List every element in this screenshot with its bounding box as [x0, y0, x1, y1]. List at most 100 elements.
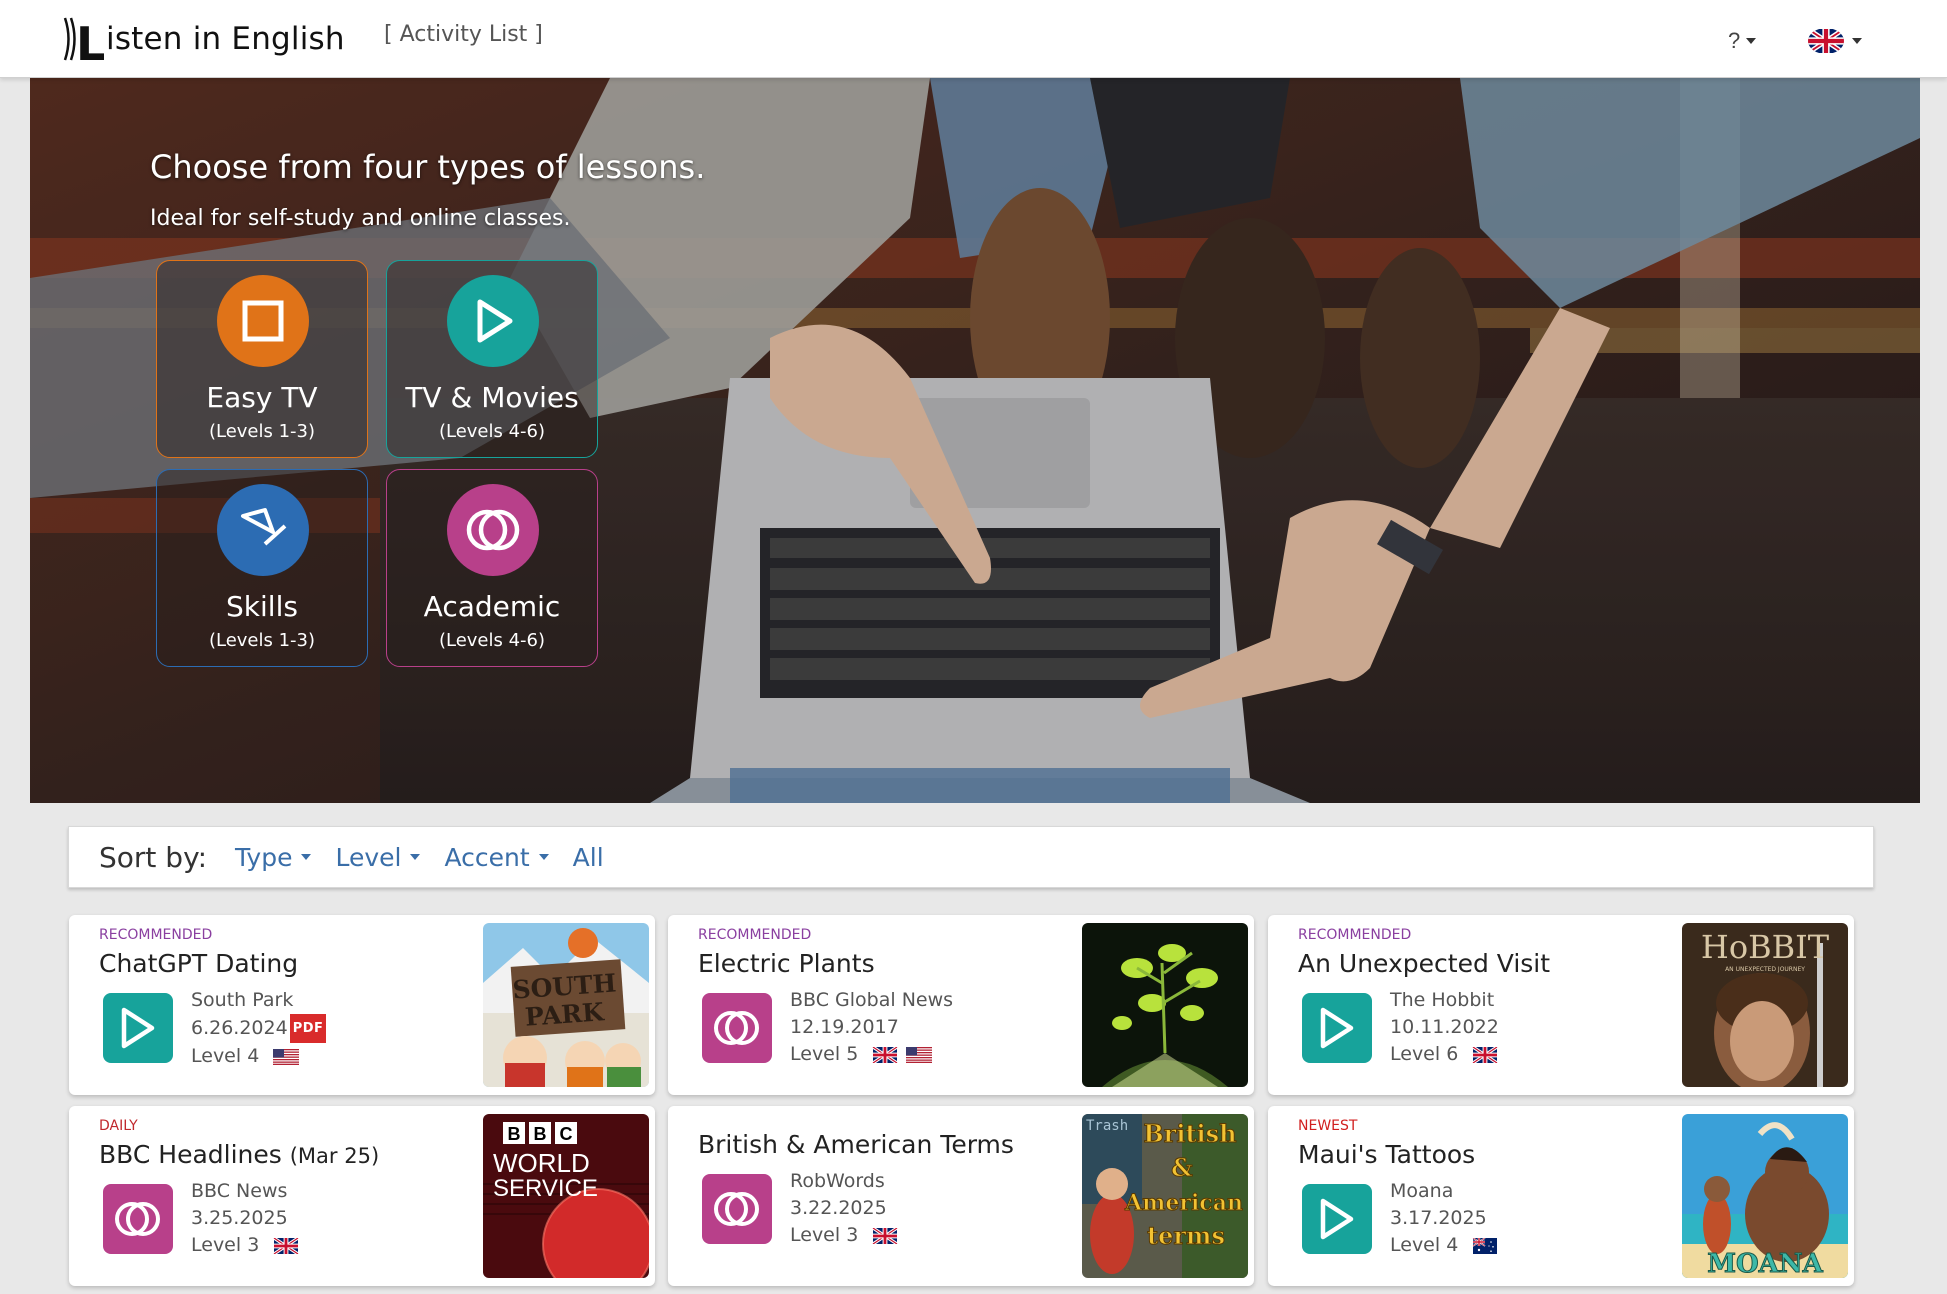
rings-icon — [702, 1174, 772, 1244]
card-title-text: An Unexpected Visit — [1298, 949, 1551, 978]
card-tag: DAILY — [99, 1118, 138, 1134]
card-meta: South Park 6.26.2024 PDF Level 4 — [191, 987, 327, 1070]
card-source: BBC News — [191, 1180, 288, 1202]
lesson-type-levels: (Levels 4-6) — [438, 421, 546, 442]
card-meta: The Hobbit 10.11.2022 Level 6 — [1390, 987, 1499, 1068]
bbc-service-text: SERVICE — [493, 1175, 598, 1202]
card-meta: RobWords 3.22.2025 Level 3 — [790, 1168, 899, 1249]
bbc-world-text: WORLD — [493, 1148, 590, 1178]
sort-option-label: All — [572, 842, 604, 872]
card-title[interactable]: Electric Plants — [698, 949, 875, 978]
au-flag-icon — [1472, 1237, 1498, 1254]
card-source: BBC Global News — [790, 989, 954, 1011]
card-thumbnail-plants[interactable] — [1082, 923, 1248, 1087]
sort-type-dropdown[interactable]: Type — [235, 843, 312, 872]
top-navbar: L isten in English [ Activity List ] ? — [0, 0, 1947, 78]
lesson-type-academic[interactable]: Academic (Levels 4-6) — [386, 469, 598, 667]
card-meta: Moana 3.17.2025 Level 4 — [1390, 1178, 1498, 1259]
square-icon — [217, 275, 309, 367]
activity-card[interactable]: RECOMMENDED ChatGPT Dating South Park 6.… — [69, 915, 655, 1095]
lesson-type-name: Easy TV — [206, 381, 318, 414]
card-level-row: Level 4 — [1390, 1232, 1498, 1259]
card-date: 3.25.2025 — [191, 1207, 288, 1229]
lesson-type-name: TV & Movies — [405, 381, 579, 414]
card-title-date: (Mar 25) — [289, 1144, 380, 1168]
lesson-type-easy-tv[interactable]: Easy TV (Levels 1-3) — [156, 260, 368, 458]
card-level: Level 4 — [191, 1045, 260, 1067]
pdf-badge[interactable]: PDF — [289, 1014, 327, 1043]
chevron-down-icon — [301, 854, 312, 860]
card-tag: NEWEST — [1298, 1118, 1358, 1134]
rings-icon — [447, 484, 539, 576]
card-meta: BBC Global News 12.19.2017 Level 5 — [790, 987, 953, 1068]
uk-flag-icon — [273, 1237, 300, 1254]
activity-card[interactable]: RECOMMENDED Electric Plants BBC Global N… — [668, 915, 1254, 1095]
chevron-down-icon — [1746, 38, 1757, 44]
bbc-letter-b1: B — [508, 1124, 521, 1144]
terms-title-1: British — [1143, 1119, 1236, 1148]
hero-banner: Choose from four types of lessons. Ideal… — [30, 78, 1920, 803]
card-title-text: Electric Plants — [698, 949, 875, 978]
sort-option-label: Level — [335, 842, 402, 872]
card-level-row: Level 3 — [191, 1232, 300, 1259]
card-thumbnail-bbc[interactable]: B B C WORLD SERVICE — [483, 1114, 649, 1278]
activity-card[interactable]: DAILY BBC Headlines (Mar 25) BBC News 3.… — [69, 1106, 655, 1286]
site-logo[interactable]: L isten in English — [62, 14, 345, 64]
us-flag-icon — [906, 1046, 933, 1063]
card-title-text: Maui's Tattoos — [1298, 1140, 1476, 1169]
activity-card[interactable]: British & American Terms RobWords 3.22.2… — [668, 1106, 1254, 1286]
terms-title-3: American — [1124, 1190, 1243, 1216]
card-date: 6.26.2024 — [191, 1017, 288, 1039]
uk-flag-icon — [872, 1046, 899, 1063]
uk-flag-icon — [1808, 28, 1844, 54]
activity-card[interactable]: NEWEST Maui's Tattoos Moana 3.17.2025 Le… — [1268, 1106, 1854, 1286]
card-thumbnail-hobbit[interactable]: HoBBIT AN UNEXPECTED JOURNEY — [1682, 923, 1848, 1087]
card-tag: RECOMMENDED — [1298, 927, 1412, 943]
card-level-row: Level 5 — [790, 1041, 953, 1068]
card-title[interactable]: ChatGPT Dating — [99, 949, 298, 978]
sort-accent-dropdown[interactable]: Accent — [444, 843, 549, 872]
activity-list-link[interactable]: [ Activity List ] — [384, 22, 543, 47]
card-thumbnail-south-park[interactable]: SOUTH PARK — [483, 923, 649, 1087]
rings-icon — [103, 1184, 173, 1254]
hobbit-subtitle-text: AN UNEXPECTED JOURNEY — [1725, 966, 1805, 973]
card-date: 10.11.2022 — [1390, 1016, 1499, 1038]
card-date-row: 6.26.2024 PDF — [191, 1014, 327, 1043]
card-level: Level 4 — [1390, 1234, 1459, 1256]
card-thumbnail-moana[interactable]: MOANA — [1682, 1114, 1848, 1278]
activity-card[interactable]: RECOMMENDED An Unexpected Visit The Hobb… — [1268, 915, 1854, 1095]
bbc-letter-b2: B — [534, 1124, 547, 1144]
card-date: 3.17.2025 — [1390, 1207, 1487, 1229]
lesson-type-name: Academic — [423, 590, 561, 623]
logo-mark: L — [62, 14, 104, 64]
lesson-type-levels: (Levels 1-3) — [208, 630, 316, 651]
card-level: Level 5 — [790, 1043, 859, 1065]
play-icon — [103, 993, 173, 1063]
lesson-type-tv-movies[interactable]: TV & Movies (Levels 4-6) — [386, 260, 598, 458]
lesson-type-levels: (Levels 1-3) — [208, 421, 316, 442]
sort-level-dropdown[interactable]: Level — [335, 842, 421, 872]
rings-icon — [702, 993, 772, 1063]
card-tag: RECOMMENDED — [99, 927, 213, 943]
uk-flag-icon — [872, 1227, 899, 1244]
help-menu[interactable]: ? — [1728, 28, 1757, 54]
card-date: 3.22.2025 — [790, 1197, 887, 1219]
chevron-down-icon — [410, 854, 421, 860]
card-thumbnail-terms[interactable]: Trash British & American terms — [1082, 1114, 1248, 1278]
uk-flag-icon — [1472, 1046, 1499, 1063]
play-icon — [1302, 1184, 1372, 1254]
card-title[interactable]: British & American Terms — [698, 1130, 1014, 1159]
terms-title-4: terms — [1147, 1221, 1225, 1250]
sort-all-link[interactable]: All — [573, 843, 604, 872]
lesson-type-skills[interactable]: Skills (Levels 1-3) — [156, 469, 368, 667]
language-menu[interactable] — [1808, 28, 1862, 54]
card-title[interactable]: An Unexpected Visit — [1298, 949, 1550, 978]
card-source: South Park — [191, 989, 294, 1011]
us-flag-icon — [273, 1048, 300, 1065]
play-icon — [447, 275, 539, 367]
bbc-letter-c: C — [560, 1124, 573, 1144]
sort-bar: Sort by: Type Level Accent All — [68, 826, 1874, 888]
card-title[interactable]: Maui's Tattoos — [1298, 1140, 1475, 1169]
lesson-type-levels: (Levels 4-6) — [438, 630, 546, 651]
card-title[interactable]: BBC Headlines (Mar 25) — [99, 1140, 379, 1169]
